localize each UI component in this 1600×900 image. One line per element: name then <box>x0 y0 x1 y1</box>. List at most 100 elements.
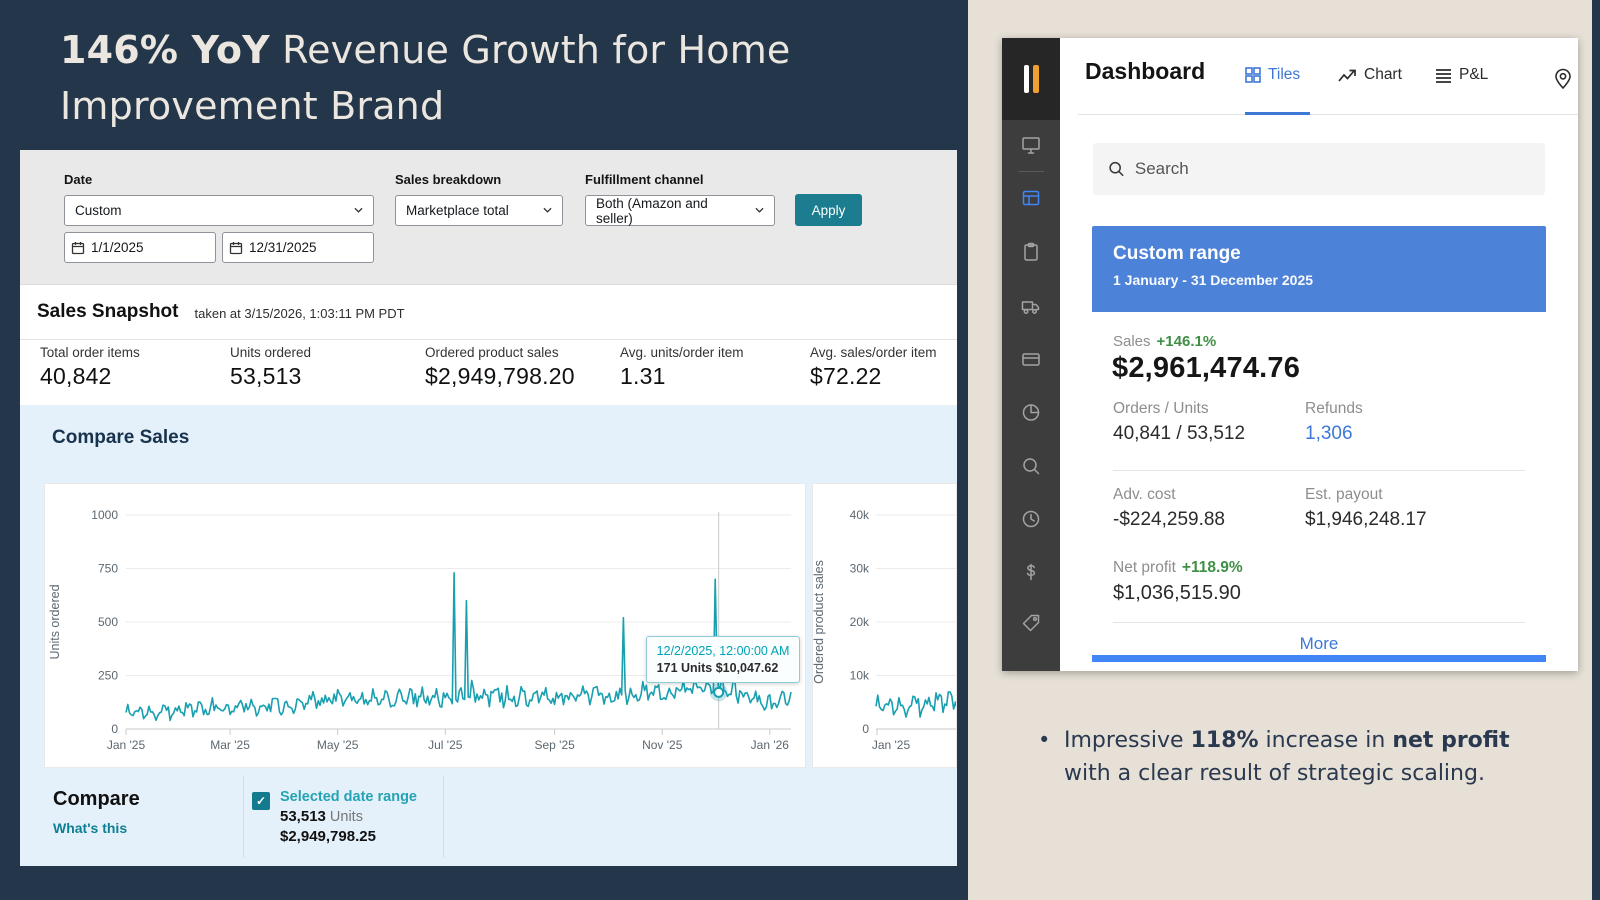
page-title: Dashboard <box>1085 58 1205 85</box>
search-bar[interactable] <box>1093 143 1545 195</box>
sidebar-item-clock-icon[interactable] <box>1020 508 1042 530</box>
sales-label-row: Sales+146.1% <box>1113 333 1216 350</box>
date-from-input[interactable]: 1/1/2025 <box>64 232 216 263</box>
header-divider <box>1078 114 1578 115</box>
compare-sales-title: Compare Sales <box>52 427 189 449</box>
legend-sales: $2,949,798.25 <box>280 827 417 846</box>
bullet-dot: • <box>1038 724 1064 790</box>
search-input[interactable] <box>1135 159 1530 179</box>
metric-label: Ordered product sales <box>425 345 575 360</box>
refunds-value-link[interactable]: 1,306 <box>1305 423 1353 445</box>
orders-units-label: Orders / Units <box>1113 400 1209 418</box>
divider <box>1113 622 1525 623</box>
svg-text:10k: 10k <box>850 669 870 683</box>
filter-bar: Date Custom 1/1/2025 12/31/2025 Sales br… <box>20 150 957 285</box>
units-ordered-chart-canvas[interactable]: 02505007501000Jan '25Mar '25May '25Jul '… <box>45 484 806 768</box>
adv-cost-label: Adv. cost <box>1113 486 1176 504</box>
sales-change-badge: +146.1% <box>1157 333 1217 350</box>
clock-icon <box>1020 508 1042 530</box>
search-icon <box>1020 455 1042 477</box>
chevron-down-icon <box>354 206 363 215</box>
adv-cost-value: -$224,259.88 <box>1113 509 1225 531</box>
pie-chart-icon <box>1020 401 1042 423</box>
divider <box>1113 470 1525 471</box>
sidebar-item-dashboard-icon[interactable] <box>1020 187 1042 209</box>
metric-label: Avg. sales/order item <box>810 345 937 360</box>
svg-text:Sep '25: Sep '25 <box>534 738 575 752</box>
fulfillment-channel-select[interactable]: Both (Amazon and seller) <box>585 195 775 226</box>
svg-text:30k: 30k <box>850 562 870 576</box>
svg-text:Jan '25: Jan '25 <box>107 738 146 752</box>
date-to-input[interactable]: 12/31/2025 <box>222 232 374 263</box>
svg-text:250: 250 <box>98 669 118 683</box>
tab-label: Tiles <box>1268 66 1300 84</box>
legend-name: Selected date range <box>280 788 417 807</box>
monitor-icon <box>1020 134 1042 156</box>
sidebar-item-dollar-icon[interactable] <box>1020 561 1042 583</box>
snapshot-metrics-row: Total order items 40,842 Units ordered 5… <box>20 340 957 405</box>
location-pin-button[interactable] <box>1552 66 1574 90</box>
tooltip-date: 12/2/2025, 12:00:00 AM <box>657 644 790 658</box>
sales-breakdown-select[interactable]: Marketplace total <box>395 195 563 226</box>
tiles-grid-icon <box>1245 67 1261 83</box>
sales-breakdown-value: Marketplace total <box>406 203 509 218</box>
metric-value: $2,949,798.20 <box>425 363 575 390</box>
net-profit-value: $1,036,515.90 <box>1113 582 1241 605</box>
svg-text:0: 0 <box>111 722 118 736</box>
units-ordered-chart[interactable]: 02505007501000Jan '25Mar '25May '25Jul '… <box>44 483 806 768</box>
tab-pnl[interactable]: P&L <box>1435 66 1488 84</box>
search-icon <box>1108 160 1125 178</box>
tab-tiles[interactable]: Tiles <box>1245 66 1300 84</box>
sales-snapshot-header: Sales Snapshot taken at 3/15/2026, 1:03:… <box>20 285 957 340</box>
ordered-product-sales-chart[interactable]: 010k20k30k40kJan '25Ordered product sale… <box>812 483 957 768</box>
truck-icon <box>1020 295 1042 317</box>
more-link[interactable]: More <box>1092 634 1546 654</box>
apply-button[interactable]: Apply <box>795 194 862 226</box>
tab-chart[interactable]: Chart <box>1338 66 1402 84</box>
logo-bar-white <box>1024 65 1029 93</box>
chevron-down-icon <box>543 206 552 215</box>
divider <box>443 776 444 858</box>
svg-text:Nov '25: Nov '25 <box>642 738 683 752</box>
selected-range-checkbox[interactable]: ✓ <box>252 792 270 810</box>
legend-units: 53,513 <box>280 808 326 825</box>
svg-text:Ordered product sales: Ordered product sales <box>813 560 826 684</box>
calendar-icon <box>223 241 249 255</box>
whats-this-link[interactable]: What's this <box>53 820 127 836</box>
snapshot-timestamp: taken at 3/15/2026, 1:03:11 PM PDT <box>195 303 405 321</box>
legend-units-word: Units <box>330 809 363 825</box>
active-tab-underline <box>1245 112 1310 115</box>
sidebar-item-tag-icon[interactable] <box>1020 612 1042 634</box>
est-payout-value: $1,946,248.17 <box>1305 509 1427 531</box>
svg-text:Jan '26: Jan '26 <box>751 738 790 752</box>
metric-value: 1.31 <box>620 363 744 390</box>
app-logo[interactable] <box>1002 38 1060 120</box>
sales-breakdown-label: Sales breakdown <box>395 172 501 187</box>
calendar-icon <box>65 241 91 255</box>
sidebar-item-monitor-icon[interactable] <box>1020 134 1042 156</box>
metric-label: Avg. units/order item <box>620 345 744 360</box>
logo-bar-orange <box>1033 65 1039 93</box>
metric-value: 40,842 <box>40 363 140 390</box>
date-range-value: Custom <box>75 203 122 218</box>
sidebar-item-pie-chart-icon[interactable] <box>1020 401 1042 423</box>
metric-value: 53,513 <box>230 363 311 390</box>
date-from-value: 1/1/2025 <box>91 240 144 255</box>
tile-period-header[interactable]: Custom range 1 January - 31 December 202… <box>1092 226 1546 312</box>
svg-text:500: 500 <box>98 615 118 629</box>
svg-text:Jul '25: Jul '25 <box>428 738 463 752</box>
svg-text:0: 0 <box>862 722 869 736</box>
ordered-product-sales-chart-canvas[interactable]: 010k20k30k40kJan '25Ordered product sale… <box>813 484 957 768</box>
sidebar-item-search-icon[interactable] <box>1020 455 1042 477</box>
date-range-select[interactable]: Custom <box>64 195 374 226</box>
pnl-lines-icon <box>1435 68 1452 83</box>
sidebar-item-credit-card-icon[interactable] <box>1020 348 1042 370</box>
fulfillment-channel-label: Fulfillment channel <box>585 172 703 187</box>
slide-headline: 146% YoY Revenue Growth for Home Improve… <box>60 22 810 134</box>
sidebar-item-clipboard-icon[interactable] <box>1020 241 1042 263</box>
map-pin-icon <box>1552 66 1574 90</box>
dashboard-main: Dashboard Tiles Chart P&L <box>1060 38 1578 671</box>
date-filter-label: Date <box>64 172 92 187</box>
sidebar-item-truck-icon[interactable] <box>1020 295 1042 317</box>
chart-tooltip: 12/2/2025, 12:00:00 AM 171 Units $10,047… <box>646 636 801 683</box>
